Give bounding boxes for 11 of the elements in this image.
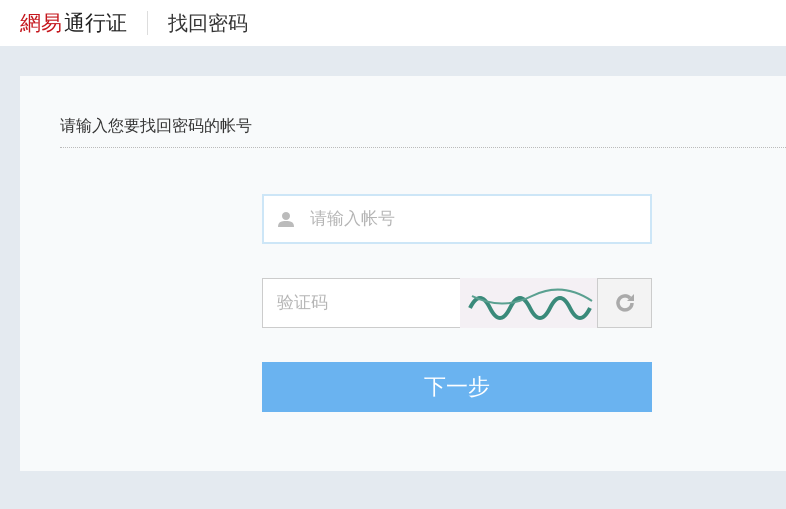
account-field[interactable]: 请输入帐号 (262, 194, 652, 244)
user-icon (278, 211, 294, 227)
logo-product: 通行证 (64, 10, 127, 37)
refresh-icon (614, 292, 636, 314)
refresh-button[interactable] (597, 278, 652, 328)
captcha-image[interactable] (460, 278, 597, 328)
captcha-field[interactable]: 验证码 (262, 278, 460, 328)
page-title: 找回密码 (168, 10, 248, 36)
logo-brand: 網易 (20, 10, 62, 37)
next-step-button[interactable]: 下一步 (262, 362, 652, 412)
form-heading: 请输入您要找回密码的帐号 (60, 116, 786, 148)
